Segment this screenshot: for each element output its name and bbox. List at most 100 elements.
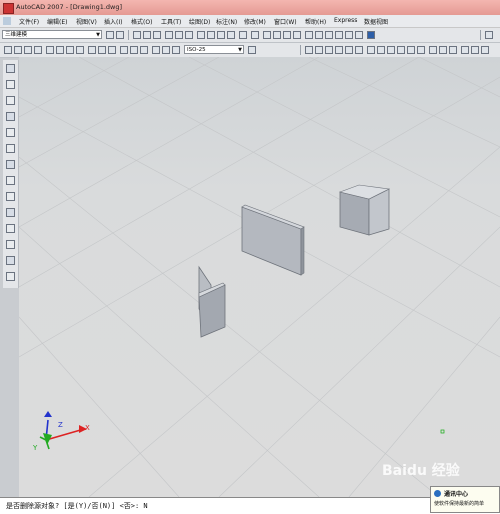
polygon-icon[interactable]: [6, 96, 15, 105]
notification-balloon[interactable]: 通讯中心 使软件保持最新的简单: [430, 486, 500, 513]
save-icon[interactable]: [153, 31, 161, 39]
ordinate-dimension-icon[interactable]: [34, 46, 42, 54]
workspace-select[interactable]: 三维建模 ▼: [2, 30, 102, 39]
baseline-dimension-icon[interactable]: [98, 46, 106, 54]
undo-icon[interactable]: [239, 31, 247, 39]
circle-icon[interactable]: [6, 144, 15, 153]
revolve-icon[interactable]: [377, 46, 385, 54]
region-icon[interactable]: [6, 240, 15, 249]
cylinder-icon[interactable]: [325, 46, 333, 54]
corner-wall-left[interactable]: [198, 265, 226, 338]
wedge-icon[interactable]: [345, 46, 353, 54]
document-menu-icon[interactable]: [3, 17, 11, 25]
center-mark-icon[interactable]: [140, 46, 148, 54]
print-icon[interactable]: [165, 31, 173, 39]
menu-data-view[interactable]: 数据视图: [364, 17, 388, 26]
zoom-window-icon[interactable]: [283, 31, 291, 39]
line-icon[interactable]: [6, 64, 15, 73]
polyline-icon[interactable]: [6, 80, 15, 89]
setup-drawing-icon[interactable]: [417, 46, 425, 54]
jogged-dimension-icon[interactable]: [56, 46, 64, 54]
design-center-icon[interactable]: [315, 31, 323, 39]
shell-icon[interactable]: [471, 46, 479, 54]
menu-help[interactable]: 帮助(H): [305, 17, 326, 26]
sheet-set-icon[interactable]: [335, 31, 343, 39]
match-properties-icon[interactable]: [227, 31, 235, 39]
subtract-icon[interactable]: [439, 46, 447, 54]
cone-icon[interactable]: [335, 46, 343, 54]
menu-format[interactable]: 格式(O): [131, 17, 152, 26]
arc-length-icon[interactable]: [24, 46, 32, 54]
menu-express[interactable]: Express: [334, 17, 357, 24]
torus-icon[interactable]: [355, 46, 363, 54]
angular-dimension-icon[interactable]: [76, 46, 84, 54]
section-icon[interactable]: [397, 46, 405, 54]
diameter-dimension-icon[interactable]: [66, 46, 74, 54]
tolerance-icon[interactable]: [130, 46, 138, 54]
ellipse-icon[interactable]: [6, 176, 15, 185]
new-icon[interactable]: [133, 31, 141, 39]
intersect-icon[interactable]: [449, 46, 457, 54]
properties-icon[interactable]: [305, 31, 313, 39]
radius-dimension-icon[interactable]: [46, 46, 54, 54]
menu-view[interactable]: 视图(V): [76, 17, 97, 26]
tool-palettes-icon[interactable]: [325, 31, 333, 39]
linear-dimension-icon[interactable]: [4, 46, 12, 54]
redo-icon[interactable]: [251, 31, 259, 39]
model-space-canvas[interactable]: Z X Y: [19, 57, 500, 497]
rectangle-icon[interactable]: [6, 112, 15, 121]
point-icon[interactable]: [6, 208, 15, 217]
slice-icon[interactable]: [387, 46, 395, 54]
menu-edit[interactable]: 编辑(E): [47, 17, 67, 26]
corner-wall-right[interactable]: [338, 184, 391, 236]
open-icon[interactable]: [143, 31, 151, 39]
dimension-text-edit-icon[interactable]: [162, 46, 170, 54]
light-icon[interactable]: [485, 31, 493, 39]
insert-block-icon[interactable]: [6, 192, 15, 201]
menu-insert[interactable]: 插入(I): [104, 17, 122, 26]
menu-dimension[interactable]: 标注(N): [216, 17, 237, 26]
text-icon[interactable]: [6, 272, 15, 281]
spline-icon[interactable]: [6, 160, 15, 169]
command-line[interactable]: 是否删除源对象? [是(Y)/否(N)] <否>: N: [0, 497, 500, 514]
sphere-icon[interactable]: [315, 46, 323, 54]
aligned-dimension-icon[interactable]: [14, 46, 22, 54]
print-preview-icon[interactable]: [175, 31, 183, 39]
union-icon[interactable]: [429, 46, 437, 54]
workspace-settings-icon[interactable]: [106, 31, 114, 39]
dimension-update-icon[interactable]: [172, 46, 180, 54]
menu-draw[interactable]: 绘图(D): [189, 17, 210, 26]
interfere-icon[interactable]: [407, 46, 415, 54]
table-icon[interactable]: [6, 256, 15, 265]
pan-icon[interactable]: [263, 31, 271, 39]
copy-icon[interactable]: [207, 31, 215, 39]
hatch-icon[interactable]: [6, 224, 15, 233]
markup-icon[interactable]: [345, 31, 353, 39]
dimension-style-select[interactable]: ISO-25 ▼: [184, 45, 244, 54]
extrude-icon[interactable]: [367, 46, 375, 54]
continue-dimension-icon[interactable]: [108, 46, 116, 54]
dimension-style-icon[interactable]: [248, 46, 256, 54]
imprint-icon[interactable]: [481, 46, 489, 54]
publish-icon[interactable]: [185, 31, 193, 39]
zoom-previous-icon[interactable]: [293, 31, 301, 39]
quick-dimension-icon[interactable]: [88, 46, 96, 54]
chevron-down-icon: ▼: [96, 32, 100, 38]
workspace-save-icon[interactable]: [116, 31, 124, 39]
wall-panel-center[interactable]: [241, 204, 305, 276]
zoom-realtime-icon[interactable]: [273, 31, 281, 39]
paste-icon[interactable]: [217, 31, 225, 39]
cut-icon[interactable]: [197, 31, 205, 39]
menu-modify[interactable]: 修改(M): [244, 17, 266, 26]
menu-tools[interactable]: 工具(T): [161, 17, 181, 26]
box-icon[interactable]: [305, 46, 313, 54]
dimension-edit-icon[interactable]: [152, 46, 160, 54]
menu-window[interactable]: 窗口(W): [274, 17, 297, 26]
solid-edit-icon[interactable]: [461, 46, 469, 54]
drawing-viewport[interactable]: Z X Y: [19, 57, 500, 497]
calculator-icon[interactable]: [355, 31, 363, 39]
menu-file[interactable]: 文件(F): [19, 17, 39, 26]
arc-icon[interactable]: [6, 128, 15, 137]
quick-leader-icon[interactable]: [120, 46, 128, 54]
help-icon[interactable]: [367, 31, 375, 39]
